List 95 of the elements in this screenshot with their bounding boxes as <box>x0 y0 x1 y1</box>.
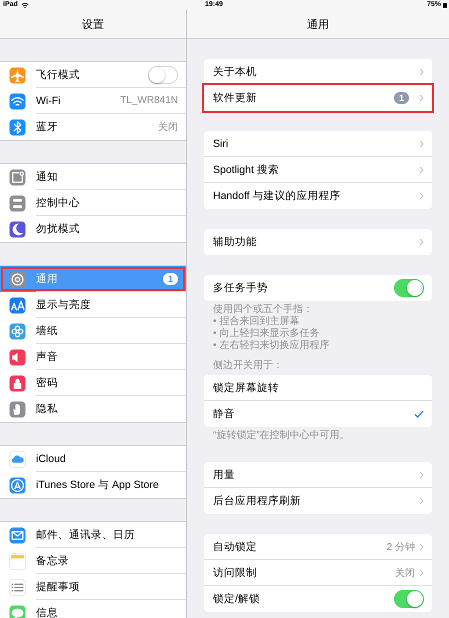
pane-title: 通用 <box>307 18 329 32</box>
item-label: 飞行模式 <box>36 68 81 82</box>
cloud-icon <box>9 450 26 468</box>
row-label: Spotlight 搜索 <box>213 162 280 176</box>
footer-note: 使用四个或五个手指： <box>213 304 314 316</box>
item-label: 墙纸 <box>36 324 59 338</box>
settings-item[interactable]: 勿扰模式 <box>0 216 186 242</box>
row-label: 自动锁定 <box>213 540 258 554</box>
row-label: 锁定/解锁 <box>213 592 261 606</box>
chevron-icon <box>419 542 424 550</box>
settings-item[interactable]: Wi-Fi TL_WR841N <box>0 88 186 114</box>
row-label: 软件更新 <box>213 91 258 105</box>
footer-note: “旋转锁定”在控制中心中可用。 <box>213 430 351 442</box>
item-label: iCloud <box>36 452 67 464</box>
item-label: 控制中心 <box>36 196 81 210</box>
settings-item[interactable]: 控制中心 <box>0 190 186 216</box>
row-label: 后台应用程序刷新 <box>213 494 302 508</box>
row-label: Handoff 与建议的应用程序 <box>213 189 342 203</box>
battery-icon <box>443 2 447 8</box>
chevron-icon <box>419 68 424 76</box>
item-label: 隐私 <box>36 402 59 416</box>
settings-row[interactable]: 多任务手势 <box>204 275 432 301</box>
count-badge: 1 <box>162 272 178 284</box>
chevron-icon <box>419 497 424 505</box>
row-label: 关于本机 <box>213 64 258 78</box>
settings-item[interactable]: 信息 <box>0 600 186 618</box>
row-value: 2 分钟 <box>386 540 415 554</box>
toggle-switch[interactable] <box>394 279 424 297</box>
settings-item[interactable]: 隐私 <box>0 396 186 422</box>
settings-item[interactable]: 墙纸 <box>0 318 186 344</box>
item-label: 通用 <box>36 272 59 286</box>
row-label: 用量 <box>213 468 236 482</box>
settings-item[interactable]: 密码 <box>0 370 186 396</box>
count-badge: 1 <box>394 92 409 104</box>
item-label: 备忘录 <box>36 554 70 568</box>
sidebar-title: 设置 <box>82 18 104 32</box>
footer-note: • 捏合来回到主屏幕 <box>213 316 300 328</box>
settings-row[interactable]: Spotlight 搜索 <box>204 157 432 183</box>
item-label: iTunes Store 与 App Store <box>36 478 160 492</box>
row-label: 辅助功能 <box>213 235 258 249</box>
chevron-icon <box>419 166 424 174</box>
settings-row[interactable]: 关于本机 <box>204 59 432 85</box>
chevron-icon <box>419 568 424 576</box>
item-label: 勿扰模式 <box>36 222 81 236</box>
item-value: TL_WR841N <box>120 95 178 106</box>
settings-item[interactable]: iTunes Store 与 App Store <box>0 472 186 498</box>
item-label: 蓝牙 <box>36 120 59 134</box>
chevron-icon <box>419 470 424 478</box>
chevron-icon <box>419 192 424 200</box>
chevron-icon <box>419 140 424 148</box>
item-label: 信息 <box>36 606 59 618</box>
section-header: 侧边开关用于： <box>213 360 284 372</box>
settings-item[interactable]: 声音 <box>0 344 186 370</box>
settings-item[interactable]: iCloud <box>0 446 186 472</box>
settings-item[interactable]: 邮件、通讯录、日历 <box>0 522 186 548</box>
settings-row[interactable]: Siri <box>204 131 432 157</box>
item-label: 邮件、通讯录、日历 <box>36 528 136 542</box>
footer-note: • 向上轻扫来显示多任务 <box>213 328 320 340</box>
item-label: Wi-Fi <box>36 94 62 106</box>
settings-item[interactable]: 备忘录 <box>0 548 186 574</box>
settings-row[interactable]: 访问限制 关闭 <box>204 560 432 586</box>
row-label: Siri <box>213 138 230 150</box>
settings-row[interactable]: 辅助功能 <box>204 229 432 255</box>
wifi-signal-icon <box>20 2 29 8</box>
settings-row[interactable]: Handoff 与建议的应用程序 <box>204 183 432 209</box>
settings-row[interactable]: 后台应用程序刷新 <box>204 488 432 514</box>
chevron-icon <box>419 238 424 246</box>
settings-item[interactable]: 蓝牙 关闭 <box>0 114 186 140</box>
notepad-icon <box>9 552 26 570</box>
settings-row[interactable]: 锁定屏幕旋转 <box>204 375 432 401</box>
toggle-switch[interactable] <box>394 590 424 608</box>
item-value: 关闭 <box>158 120 178 134</box>
footer-note: • 左右轻扫来切换应用程序 <box>213 340 330 352</box>
row-value: 关闭 <box>395 566 415 580</box>
item-label: 通知 <box>36 170 59 184</box>
settings-row[interactable]: 用量 <box>204 462 432 488</box>
settings-item[interactable]: 通知 <box>0 164 186 190</box>
chevron-icon <box>419 94 424 102</box>
list-icon <box>9 578 26 596</box>
settings-row[interactable]: 软件更新 1 <box>204 85 432 111</box>
settings-item[interactable]: 显示与亮度 <box>0 292 186 318</box>
toggle-switch[interactable] <box>148 66 178 84</box>
item-label: 声音 <box>36 350 59 364</box>
settings-row[interactable]: 自动锁定 2 分钟 <box>204 534 432 560</box>
settings-row[interactable]: 锁定/解锁 <box>204 586 432 612</box>
item-label: 密码 <box>36 376 59 390</box>
item-label: 显示与亮度 <box>36 298 92 312</box>
settings-item[interactable]: 提醒事项 <box>0 574 186 600</box>
settings-row[interactable]: 静音 <box>204 401 432 427</box>
row-label: 访问限制 <box>213 566 258 580</box>
row-label: 静音 <box>213 407 236 421</box>
item-label: 提醒事项 <box>36 580 81 594</box>
settings-item[interactable]: 飞行模式 <box>0 62 186 88</box>
row-label: 多任务手势 <box>213 281 269 295</box>
row-label: 锁定屏幕旋转 <box>213 380 280 394</box>
